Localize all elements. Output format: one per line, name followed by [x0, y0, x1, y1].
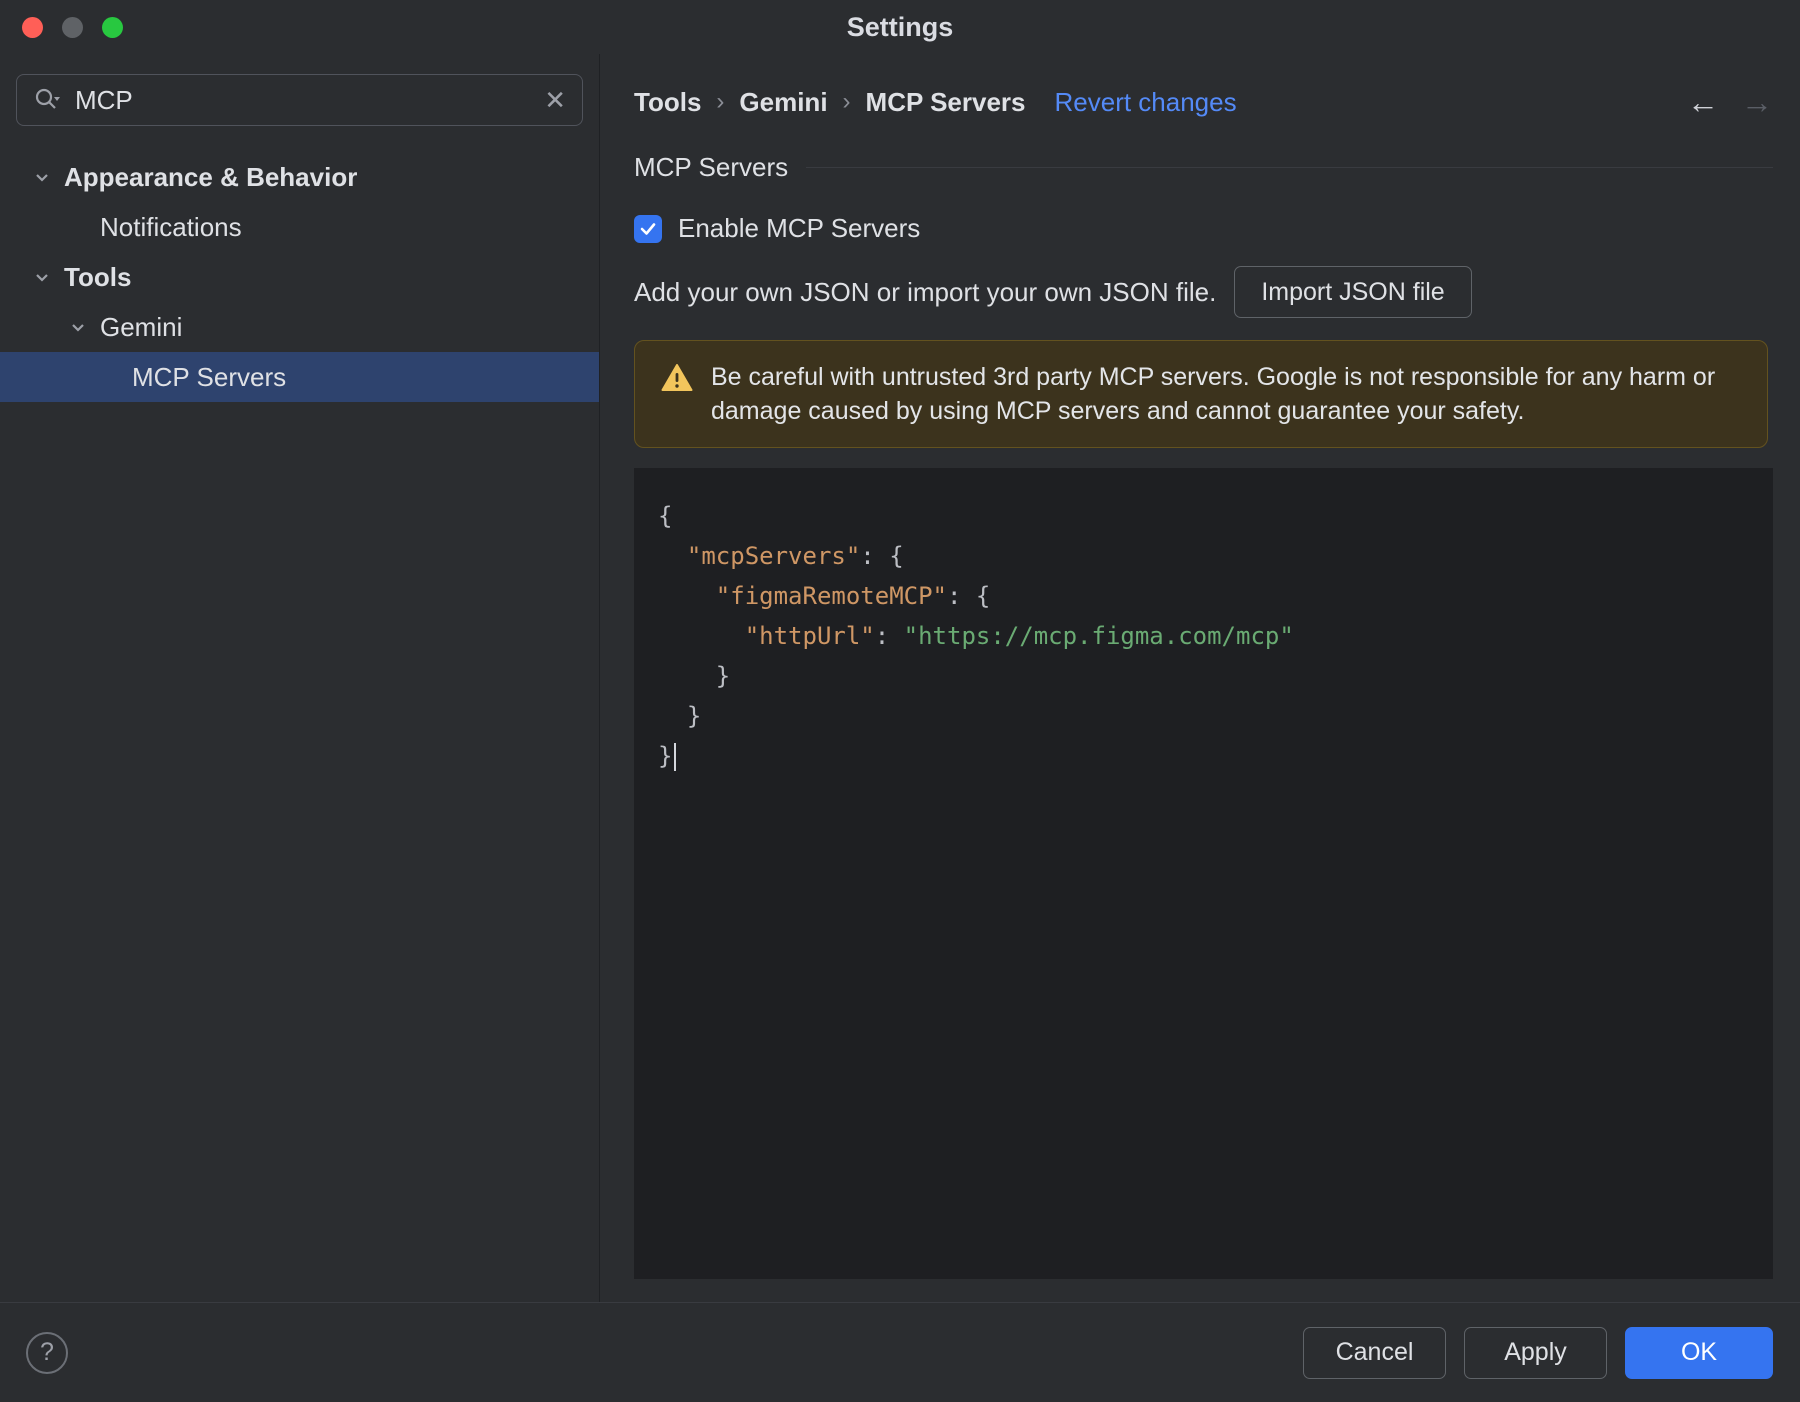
- section-title: MCP Servers: [634, 152, 789, 182]
- footer-bar: ? Cancel Apply OK: [0, 1302, 1800, 1402]
- sidebar-item-label: Appearance & Behavior: [64, 161, 358, 192]
- forward-arrow-icon: →: [1741, 84, 1773, 120]
- search-input[interactable]: [75, 84, 533, 116]
- settings-panel: Tools › Gemini › MCP Servers Revert chan…: [600, 54, 1800, 1302]
- breadcrumb-item-gemini[interactable]: Gemini: [739, 86, 827, 118]
- import-json-button[interactable]: Import JSON file: [1234, 266, 1472, 318]
- sidebar-item-label: MCP Servers: [132, 361, 287, 392]
- section-divider: [806, 167, 1773, 168]
- settings-sidebar: ✕ Appearance & Behavior Notifications To…: [0, 54, 600, 1302]
- warning-icon: [661, 364, 693, 391]
- json-editor[interactable]: { "mcpServers": { "figmaRemoteMCP": { "h…: [634, 468, 1773, 1279]
- search-field[interactable]: ✕: [16, 74, 583, 126]
- enable-mcp-row: Enable MCP Servers: [634, 213, 1773, 244]
- json-editor-content: { "mcpServers": { "figmaRemoteMCP": { "h…: [658, 502, 1294, 771]
- warning-banner: Be careful with untrusted 3rd party MCP …: [634, 340, 1768, 448]
- import-instruction-text: Add your own JSON or import your own JSO…: [634, 276, 1217, 307]
- chevron-down-icon[interactable]: [30, 265, 54, 289]
- sidebar-item-gemini[interactable]: Gemini: [0, 302, 599, 352]
- ok-button[interactable]: OK: [1625, 1326, 1773, 1379]
- sidebar-item-mcp-servers[interactable]: MCP Servers: [0, 352, 599, 402]
- sidebar-item-label: Gemini: [100, 311, 183, 342]
- close-window-button[interactable]: [22, 16, 43, 38]
- enable-mcp-label[interactable]: Enable MCP Servers: [678, 213, 920, 244]
- breadcrumb-item-tools[interactable]: Tools: [634, 86, 701, 118]
- apply-button[interactable]: Apply: [1464, 1326, 1607, 1379]
- search-icon[interactable]: [33, 86, 63, 114]
- help-button[interactable]: ?: [26, 1331, 68, 1374]
- sidebar-item-label: Notifications: [100, 211, 242, 242]
- breadcrumb-item-mcp-servers[interactable]: MCP Servers: [866, 86, 1026, 118]
- revert-changes-link[interactable]: Revert changes: [1055, 86, 1237, 118]
- minimize-window-button[interactable]: [62, 16, 83, 38]
- sidebar-item-notifications[interactable]: Notifications: [0, 202, 599, 252]
- section-header: MCP Servers: [634, 152, 1773, 183]
- chevron-down-icon[interactable]: [30, 165, 54, 189]
- cancel-button[interactable]: Cancel: [1303, 1326, 1446, 1379]
- sidebar-item-label: Tools: [64, 261, 132, 292]
- window-titlebar: Settings: [0, 0, 1800, 54]
- breadcrumb-separator: ›: [716, 88, 725, 115]
- chevron-down-icon[interactable]: [66, 315, 90, 339]
- zoom-window-button[interactable]: [102, 16, 123, 38]
- window-title: Settings: [846, 11, 954, 42]
- breadcrumb: Tools › Gemini › MCP Servers Revert chan…: [634, 86, 1773, 118]
- sidebar-item-appearance-behavior[interactable]: Appearance & Behavior: [0, 152, 599, 202]
- back-arrow-icon[interactable]: ←: [1687, 86, 1719, 118]
- sidebar-item-tools[interactable]: Tools: [0, 252, 599, 302]
- warning-text: Be careful with untrusted 3rd party MCP …: [711, 363, 1716, 425]
- settings-tree: Appearance & Behavior Notifications Tool…: [0, 152, 599, 402]
- import-row: Add your own JSON or import your own JSO…: [634, 266, 1773, 318]
- clear-search-icon[interactable]: ✕: [544, 87, 566, 113]
- enable-mcp-checkbox[interactable]: [634, 214, 662, 243]
- breadcrumb-separator: ›: [842, 88, 851, 115]
